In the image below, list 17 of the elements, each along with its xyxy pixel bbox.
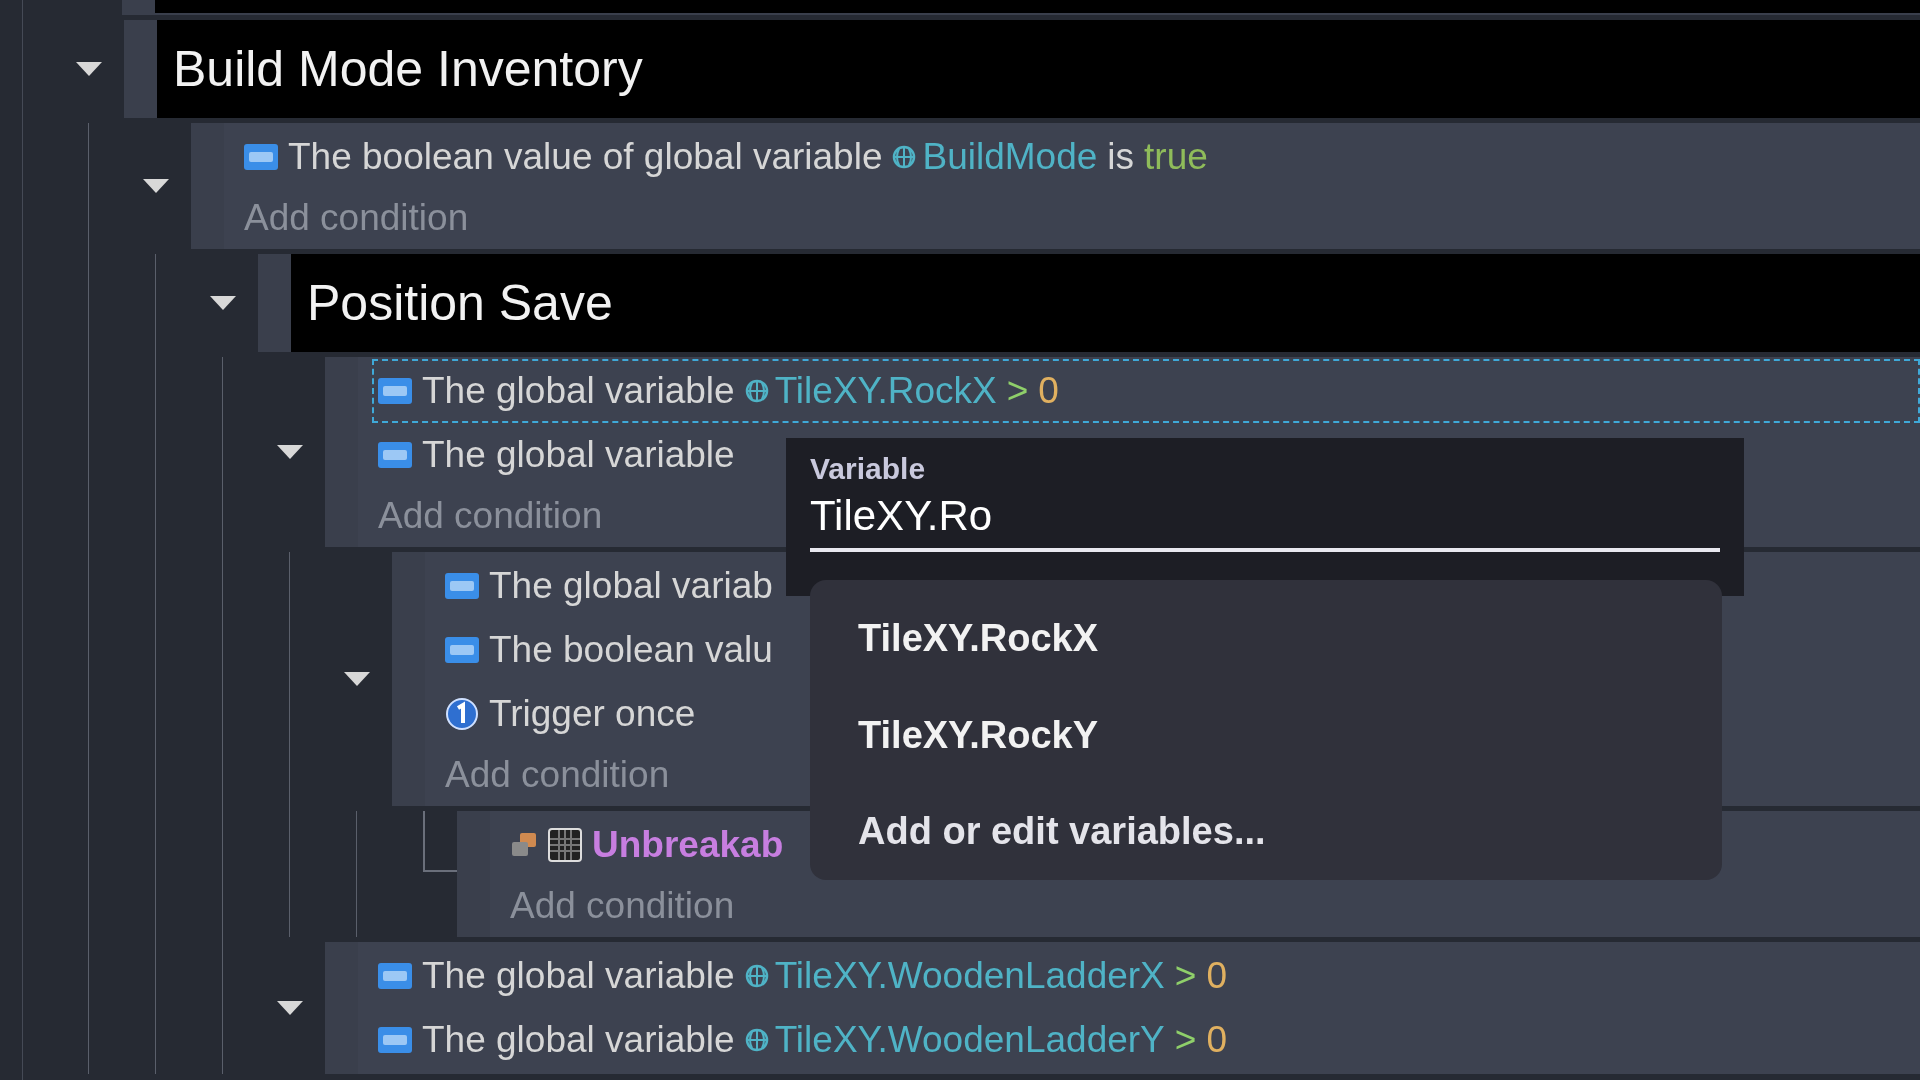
operator-text: > bbox=[1006, 370, 1029, 412]
condition-text: The global variable bbox=[422, 434, 735, 476]
operator-text: > bbox=[1174, 955, 1197, 997]
condition-text: The boolean value of global variable bbox=[288, 136, 883, 178]
condition-text: The boolean valu bbox=[489, 629, 773, 671]
value-text: 0 bbox=[1038, 370, 1059, 412]
condition-text: The global variable bbox=[422, 1019, 735, 1061]
condition-text: Trigger once bbox=[489, 693, 696, 735]
boolean-text: true bbox=[1144, 136, 1208, 178]
condition-text: The global variab bbox=[489, 565, 773, 607]
value-text: 0 bbox=[1206, 955, 1227, 997]
operator-text: > bbox=[1174, 1019, 1197, 1061]
field-label: Variable bbox=[810, 452, 927, 486]
condition-text: The global variable bbox=[422, 370, 735, 412]
condition-text: The global variable bbox=[422, 955, 735, 997]
value-text: 0 bbox=[1206, 1019, 1227, 1061]
condition-text: is bbox=[1107, 136, 1135, 178]
